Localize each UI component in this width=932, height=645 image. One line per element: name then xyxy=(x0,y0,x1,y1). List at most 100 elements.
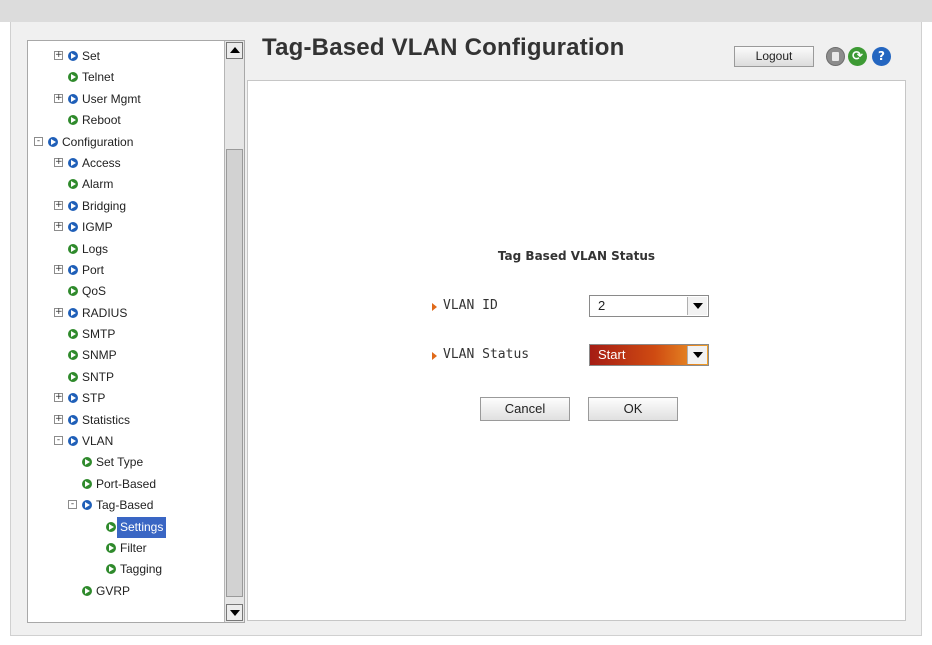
sidebar-item-label: Logs xyxy=(82,241,109,256)
vlan-status-label: VLAN Status xyxy=(431,347,530,362)
arrow-bullet-icon xyxy=(68,371,78,382)
sidebar-item-igmp[interactable]: + IGMP xyxy=(28,217,224,238)
expand-icon[interactable]: + xyxy=(54,264,63,274)
sidebar-item-label: User Mgmt xyxy=(82,91,141,106)
sidebar-item-label: Telnet xyxy=(82,70,115,85)
sidebar-item-user-mgmt[interactable]: + User Mgmt xyxy=(28,89,224,110)
sidebar-item-label: Bridging xyxy=(82,198,127,213)
sidebar-scrollbar[interactable] xyxy=(224,41,244,622)
expand-icon[interactable]: + xyxy=(54,200,63,210)
sidebar-item-snmp[interactable]: SNMP xyxy=(28,345,224,366)
arrow-bullet-icon xyxy=(82,585,92,596)
sidebar-item-label: SMTP xyxy=(82,327,116,342)
sidebar-item-vlan[interactable]: - VLAN xyxy=(28,431,224,452)
sidebar-item-radius[interactable]: + RADIUS xyxy=(28,303,224,324)
arrow-bullet-icon xyxy=(68,329,78,340)
sidebar-item-port[interactable]: + Port xyxy=(28,260,224,281)
sidebar-item-smtp[interactable]: SMTP xyxy=(28,324,224,345)
sidebar-item-label: IGMP xyxy=(82,220,113,235)
sidebar-item-set[interactable]: + Set xyxy=(28,46,224,67)
sidebar-item-label: Tag-Based xyxy=(96,498,154,513)
arrow-bullet-icon xyxy=(106,521,116,532)
sidebar-item-label: Set Type xyxy=(96,455,144,470)
sidebar-item-label: Configuration xyxy=(62,134,134,149)
sidebar-item-label: Access xyxy=(82,155,121,170)
arrow-bullet-icon xyxy=(68,179,78,190)
scroll-up-icon[interactable] xyxy=(226,42,243,59)
expand-icon[interactable]: + xyxy=(54,157,63,167)
expand-icon[interactable]: + xyxy=(54,414,63,424)
sidebar-item-access[interactable]: + Access xyxy=(28,153,224,174)
save-icon[interactable] xyxy=(826,47,845,66)
sidebar-item-bridging[interactable]: + Bridging xyxy=(28,196,224,217)
chevron-down-icon[interactable] xyxy=(687,346,707,364)
sidebar-item-label: GVRP xyxy=(96,583,131,598)
expand-icon[interactable]: + xyxy=(54,307,63,317)
vlan-status-value: Start xyxy=(598,347,626,362)
scroll-thumb[interactable] xyxy=(226,149,243,597)
sidebar-item-gvrp[interactable]: GVRP xyxy=(28,581,224,602)
arrow-bullet-icon xyxy=(106,542,116,553)
sidebar-item-alarm[interactable]: Alarm xyxy=(28,174,224,195)
expand-icon[interactable]: + xyxy=(54,393,63,403)
sidebar-item-label: Port-Based xyxy=(96,476,157,491)
arrow-bullet-icon xyxy=(82,478,92,489)
sidebar-item-filter[interactable]: Filter xyxy=(28,538,224,559)
sidebar-item-label: RADIUS xyxy=(82,305,128,320)
chevron-down-icon[interactable] xyxy=(687,297,707,315)
sidebar-item-set-type[interactable]: Set Type xyxy=(28,452,224,473)
logout-button[interactable]: Logout xyxy=(734,46,814,67)
expand-icon[interactable]: + xyxy=(54,51,63,60)
sidebar-item-label: Set xyxy=(82,49,101,63)
arrow-bullet-icon xyxy=(68,286,78,297)
arrow-bullet-icon xyxy=(68,264,78,275)
page-title: Tag-Based VLAN Configuration xyxy=(262,34,625,61)
sidebar-item-logs[interactable]: Logs xyxy=(28,239,224,260)
arrow-bullet-icon xyxy=(68,350,78,361)
sidebar-item-statistics[interactable]: + Statistics xyxy=(28,410,224,431)
arrow-bullet-icon xyxy=(68,414,78,425)
sidebar-item-qos[interactable]: QoS xyxy=(28,281,224,302)
arrow-bullet-icon xyxy=(106,564,116,575)
help-icon[interactable]: ? xyxy=(872,47,891,66)
content-panel: Tag Based VLAN Status VLAN ID 2 VLAN Sta… xyxy=(247,80,906,621)
sidebar-item-stp[interactable]: + STP xyxy=(28,388,224,409)
section-title: Tag Based VLAN Status xyxy=(497,249,656,263)
collapse-icon[interactable]: - xyxy=(34,136,43,146)
sidebar-item-tagging[interactable]: Tagging xyxy=(28,559,224,580)
cancel-button[interactable]: Cancel xyxy=(480,397,570,421)
tree-list: + Set Telnet + User Mgmt Reboot - Configuration… xyxy=(28,46,224,602)
sidebar-item-tag-based[interactable]: - Tag-Based xyxy=(28,495,224,516)
arrow-bullet-icon xyxy=(68,307,78,318)
sidebar-item-telnet[interactable]: Telnet xyxy=(28,67,224,88)
sidebar-item-settings[interactable]: Settings xyxy=(28,516,224,538)
arrow-bullet-icon xyxy=(68,393,78,404)
arrow-bullet-icon xyxy=(68,222,78,233)
refresh-icon[interactable]: ⟳ xyxy=(848,47,867,66)
ok-button[interactable]: OK xyxy=(588,397,678,421)
arrow-bullet-icon xyxy=(68,243,78,254)
arrow-bullet-icon xyxy=(68,93,78,104)
arrow-bullet-icon xyxy=(82,500,92,511)
arrow-bullet-icon xyxy=(68,200,78,211)
collapse-icon[interactable]: - xyxy=(68,500,77,510)
arrow-bullet-icon xyxy=(68,436,78,447)
sidebar-item-reboot[interactable]: Reboot xyxy=(28,110,224,131)
expand-icon[interactable]: + xyxy=(54,222,63,232)
expand-icon[interactable]: + xyxy=(54,93,63,103)
vlan-id-value: 2 xyxy=(598,298,606,313)
sidebar-item-configuration[interactable]: - Configuration xyxy=(28,132,224,153)
collapse-icon[interactable]: - xyxy=(54,436,63,446)
arrow-bullet-icon xyxy=(68,115,78,126)
sidebar-item-port-based[interactable]: Port-Based xyxy=(28,474,224,495)
sidebar-item-sntp[interactable]: SNTP xyxy=(28,367,224,388)
scroll-down-icon[interactable] xyxy=(226,604,243,621)
sidebar-item-label: Tagging xyxy=(120,562,163,577)
arrow-bullet-icon xyxy=(82,457,92,468)
sidebar-tree: + Set Telnet + User Mgmt Reboot - Configuration… xyxy=(27,40,245,623)
sidebar-item-label: Port xyxy=(82,262,105,277)
top-strip xyxy=(0,0,932,22)
vlan-status-select[interactable]: Start xyxy=(589,344,709,366)
vlan-id-select[interactable]: 2 xyxy=(589,295,709,317)
sidebar-item-label: Statistics xyxy=(82,412,131,427)
